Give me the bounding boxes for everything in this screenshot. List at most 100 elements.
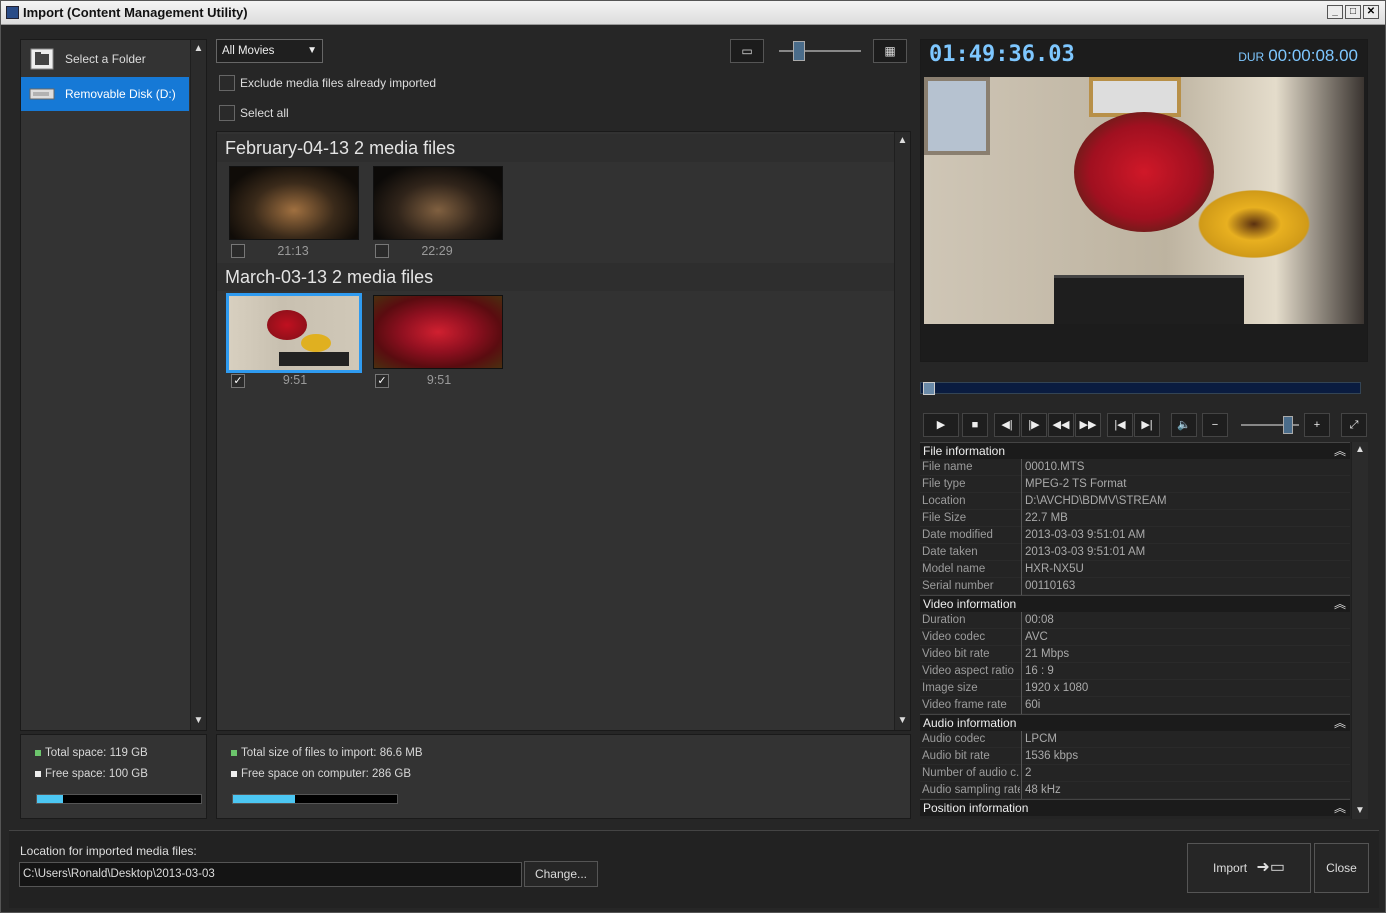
info-value: 00110163 [1021,578,1075,595]
computer-usage-bar [232,794,398,804]
media-thumbnail[interactable] [373,295,503,369]
file-info-header[interactable]: File information ︽ [920,442,1350,459]
info-row: File type MPEG-2 TS Format [920,476,1350,493]
volume-up-button[interactable]: + [1304,413,1330,437]
collapse-icon[interactable]: ︽ [1334,800,1346,817]
scroll-down-icon[interactable]: ▼ [895,714,910,728]
sunflower-image [301,334,331,352]
info-row: Duration 00:08 [920,612,1350,629]
computer-usage-fill [233,795,296,803]
media-checkbox[interactable] [375,244,389,258]
info-value: MPEG-2 TS Format [1021,476,1126,493]
sidebar-item-select-folder[interactable]: Select a Folder [21,42,189,76]
sidebar-scrollbar[interactable]: ▲ ▼ [190,40,206,730]
sunflower-image [1190,185,1318,263]
info-row: Location D:\AVCHD\BDMV\STREAM [920,493,1350,510]
minimize-button[interactable]: _ [1327,5,1343,19]
fullscreen-button[interactable]: ⤢ [1341,413,1367,437]
large-thumbnail-button[interactable]: ▦ [873,39,907,63]
step-forward-button[interactable]: |▶ [1021,413,1047,437]
collapse-icon[interactable]: ︽ [1334,715,1346,732]
step-back-button[interactable]: ◀| [994,413,1020,437]
mute-icon[interactable]: 🔈 [1171,413,1197,437]
info-scrollbar[interactable]: ▲ ▼ [1351,442,1368,819]
rewind-button[interactable]: ◀◀ [1048,413,1074,437]
media-checkbox[interactable] [231,244,245,258]
thumbnail-size-slider[interactable] [779,41,861,61]
next-button[interactable]: ▶| [1134,413,1160,437]
group-header: March-03-13 2 media files [217,263,895,291]
info-key: Number of audio c... [922,767,1020,779]
browser-scrollbar[interactable]: ▲ ▼ [894,132,910,730]
exclude-imported-checkbox[interactable] [219,75,235,91]
info-row: Serial number 00110163 [920,578,1350,595]
position-info-header[interactable]: Position information ︽ [920,799,1350,816]
info-value: 21 Mbps [1021,646,1069,663]
drive-icon [29,83,55,105]
window-title: Import (Content Management Utility) [23,5,248,20]
media-checkbox[interactable]: ✓ [231,374,245,388]
info-value: 2013-03-03 9:51:01 AM [1021,544,1145,561]
select-all-checkbox[interactable] [219,105,235,121]
info-row: File Size 22.7 MB [920,510,1350,527]
seek-bar[interactable] [920,382,1361,395]
section-title: Audio information [923,716,1017,730]
info-value: 22.7 MB [1021,510,1068,527]
scroll-down-icon[interactable]: ▼ [1352,804,1368,818]
folder-icon [29,48,55,70]
info-row: Video bit rate 21 Mbps [920,646,1350,663]
media-checkbox[interactable]: ✓ [375,374,389,388]
info-row: Audio codec LPCM [920,731,1350,748]
previous-button[interactable]: |◀ [1107,413,1133,437]
fast-forward-button[interactable]: ▶▶ [1075,413,1101,437]
info-panel: File information ︽ File name 00010.MTS File … [920,442,1368,819]
video-info-header[interactable]: Video information ︽ [920,595,1350,612]
import-label: Import [1213,861,1248,875]
total-import-label: Total size of files to import: 86.6 MB [241,747,423,759]
sidebar-storage-panel: Total space: 119 GB Free space: 100 GB [20,734,207,819]
info-value: 1536 kbps [1021,748,1078,765]
filter-dropdown[interactable]: All Movies ▼ [216,39,323,63]
sidebar-item-removable-disk[interactable]: Removable Disk (D:) [21,77,189,111]
close-button[interactable]: Close [1314,843,1369,893]
info-key: Model name [922,563,986,575]
info-key: Audio bit rate [922,750,990,762]
volume-down-button[interactable]: − [1202,413,1228,437]
small-thumbnail-button[interactable]: ▭ [730,39,764,63]
disk-usage-fill [37,795,64,803]
info-row: Image size 1920 x 1080 [920,680,1350,697]
scroll-down-icon[interactable]: ▼ [191,714,206,728]
info-key: File type [922,478,966,490]
stop-button[interactable]: ■ [962,413,988,437]
collapse-icon[interactable]: ︽ [1334,443,1346,460]
seek-handle[interactable] [923,382,935,395]
section-title: File information [923,444,1006,458]
change-button[interactable]: Change... [524,861,598,887]
app-icon [6,6,19,19]
info-key: Duration [922,614,966,626]
volume-handle[interactable] [1283,416,1293,434]
info-value: D:\AVCHD\BDMV\STREAM [1021,493,1167,510]
media-thumbnail[interactable] [373,166,503,240]
media-thumbnail[interactable] [229,166,359,240]
info-value: HXR-NX5U [1021,561,1084,578]
import-button[interactable]: Import ➜▭ [1187,843,1311,893]
duration-value: 00:00:08.00 [1268,46,1358,65]
maximize-button[interactable]: □ [1345,5,1361,19]
scroll-up-icon[interactable]: ▲ [895,134,910,148]
scroll-up-icon[interactable]: ▲ [191,42,206,56]
volume-slider[interactable] [1241,416,1299,434]
play-button[interactable]: ▶ [923,413,959,437]
audio-info-header[interactable]: Audio information ︽ [920,714,1350,731]
location-field[interactable]: C:\Users\Ronald\Desktop\2013-03-03 [19,862,522,887]
close-window-button[interactable]: ✕ [1363,5,1379,19]
current-timecode: 01:49:36.03 [929,42,1075,67]
window-frame-image [1089,77,1181,117]
info-value: 2013-03-03 9:51:01 AM [1021,527,1145,544]
info-key: Audio codec [922,733,986,745]
scroll-up-icon[interactable]: ▲ [1352,443,1368,457]
info-value: 1920 x 1080 [1021,680,1088,697]
media-thumbnail-selected[interactable] [226,293,362,373]
collapse-icon[interactable]: ︽ [1334,596,1346,613]
slider-handle[interactable] [793,41,805,61]
